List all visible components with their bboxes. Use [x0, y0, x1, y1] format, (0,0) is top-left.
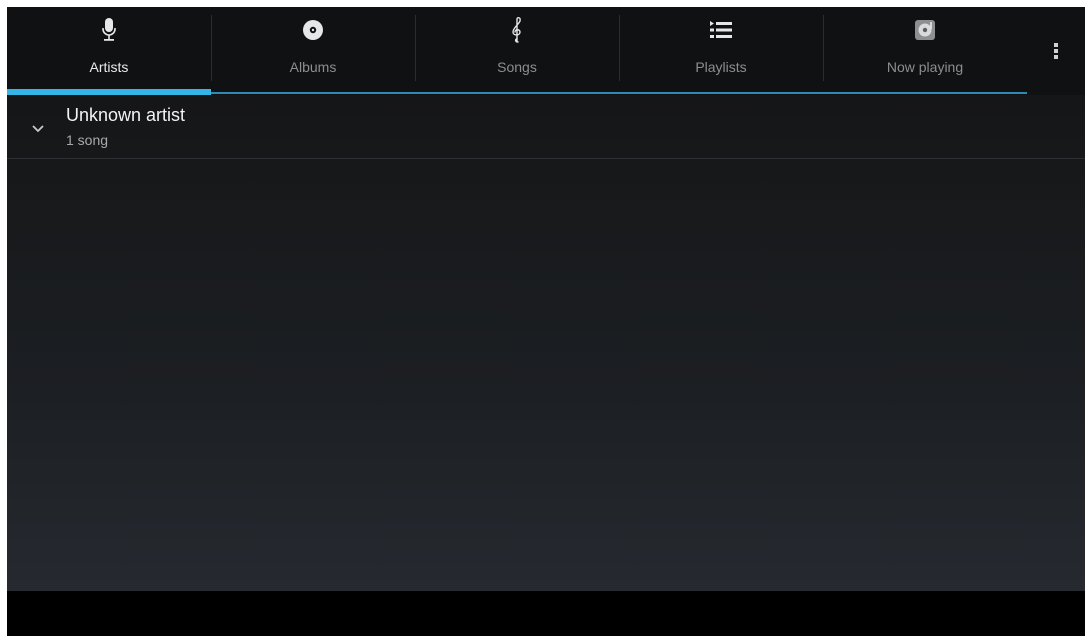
tab-songs[interactable]: Songs: [415, 7, 619, 94]
artist-list: Unknown artist 1 song: [7, 95, 1085, 591]
tab-underline: [619, 92, 823, 94]
tab-playlists[interactable]: Playlists: [619, 7, 823, 94]
tab-label: Songs: [497, 59, 537, 75]
artist-name: Unknown artist: [66, 105, 186, 125]
tab-label: Now playing: [886, 59, 964, 75]
overflow-menu-button[interactable]: [1027, 7, 1085, 95]
tab-albums[interactable]: Albums: [211, 7, 415, 94]
more-vertical-icon: [1054, 41, 1058, 61]
tab-underline: [211, 92, 415, 94]
tab-label: Artists: [89, 59, 129, 75]
chevron-down-icon[interactable]: [31, 121, 45, 133]
list-item[interactable]: Unknown artist 1 song: [7, 95, 1085, 159]
music-app-screen: Artists Albums Songs Playlists Now playi…: [7, 7, 1085, 636]
tab-now-playing[interactable]: Now playing: [823, 7, 1027, 94]
now-playing-icon: [912, 17, 938, 43]
tab-label: Albums: [289, 59, 337, 75]
disc-icon: [300, 17, 326, 43]
song-count: 1 song: [66, 132, 109, 148]
microphone-icon: [96, 17, 122, 43]
tab-underline: [823, 92, 1027, 94]
bottom-bar: [7, 591, 1085, 636]
list-icon: [708, 17, 734, 43]
tab-artists[interactable]: Artists: [7, 7, 211, 95]
tab-bar: Artists Albums Songs Playlists Now playi…: [7, 7, 1085, 95]
tab-label: Playlists: [695, 59, 747, 75]
tab-underline: [415, 92, 619, 94]
treble-clef-icon: [504, 17, 530, 43]
